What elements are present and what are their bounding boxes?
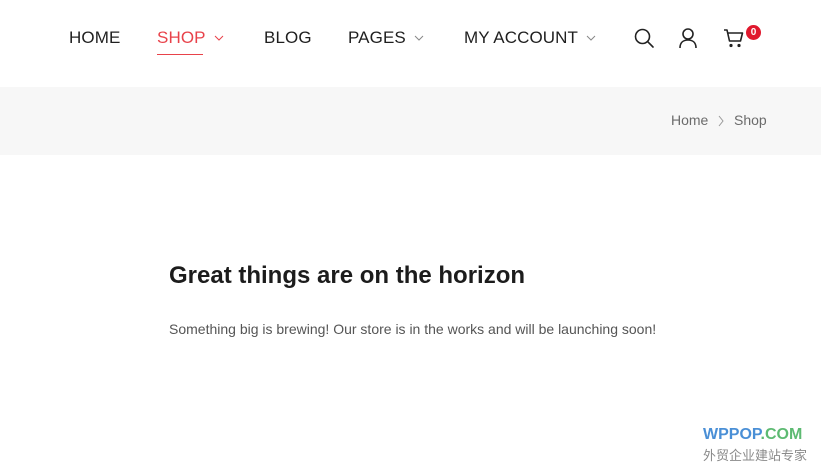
nav-shop-label: SHOP bbox=[157, 28, 206, 47]
breadcrumb-current: Shop bbox=[734, 112, 767, 128]
breadcrumb-home[interactable]: Home bbox=[671, 112, 708, 130]
nav-home[interactable]: HOME bbox=[69, 26, 120, 50]
page-subtext: Something big is brewing! Our store is i… bbox=[169, 321, 657, 337]
page-headline: Great things are on the horizon bbox=[169, 262, 526, 289]
nav-my-account[interactable]: MY ACCOUNT bbox=[464, 26, 596, 50]
nav-pages[interactable]: PAGES bbox=[348, 26, 424, 50]
watermark-brand-name: WPPOP bbox=[703, 426, 761, 443]
nav-my-account-label: MY ACCOUNT bbox=[464, 28, 579, 47]
chevron-down-icon bbox=[414, 35, 424, 41]
chevron-down-icon bbox=[586, 35, 596, 41]
nav-pages-label: PAGES bbox=[348, 28, 406, 47]
chevron-right-icon bbox=[718, 115, 724, 127]
cart-count-badge: 0 bbox=[746, 25, 761, 40]
page: HOME SHOP BLOG PAGES MY ACCOUNT 0 Home S… bbox=[0, 0, 821, 476]
chevron-down-icon bbox=[214, 35, 223, 41]
cart-icon[interactable] bbox=[723, 27, 745, 49]
watermark-brand-tld: .COM bbox=[760, 426, 803, 443]
site-header: HOME SHOP BLOG PAGES MY ACCOUNT 0 bbox=[0, 0, 821, 87]
nav-blog-label: BLOG bbox=[264, 28, 312, 47]
user-icon[interactable] bbox=[677, 27, 699, 49]
watermark-tagline: 外贸企业建站专家 bbox=[703, 448, 808, 463]
nav-home-label: HOME bbox=[69, 28, 121, 47]
nav-blog[interactable]: BLOG bbox=[264, 26, 312, 50]
nav-shop[interactable]: SHOP bbox=[157, 26, 224, 50]
watermark-brand: WPPOP.COM bbox=[703, 426, 802, 444]
search-icon[interactable] bbox=[633, 27, 655, 49]
active-nav-underline bbox=[157, 54, 203, 55]
